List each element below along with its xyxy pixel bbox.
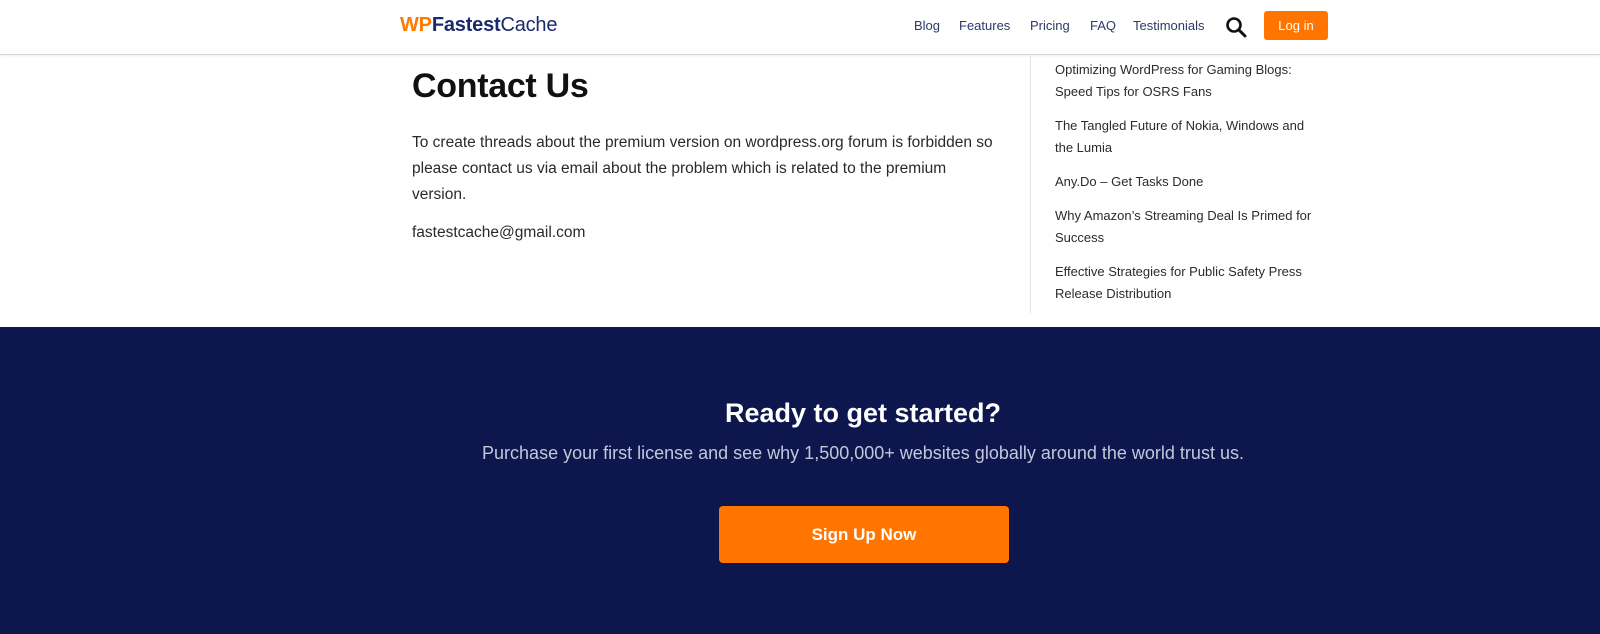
nav-features[interactable]: Features [959,18,1010,34]
recent-posts-sidebar: Optimizing WordPress for Gaming Blogs: S… [1055,59,1325,317]
sidebar-post-link[interactable]: Why Amazon’s Streaming Deal Is Primed fo… [1055,205,1325,249]
contact-description: To create threads about the premium vers… [412,134,993,203]
logo[interactable]: WPFastestCache [400,13,557,37]
contact-content: Contact Us To create threads about the p… [412,62,1002,246]
sidebar-post-link[interactable]: Any.Do – Get Tasks Done [1055,171,1325,193]
nav-blog[interactable]: Blog [914,18,940,34]
logo-wp: WP [400,14,432,36]
site-header: WPFastestCache Blog Features Pricing FAQ… [0,0,1600,55]
logo-cache: Cache [500,14,558,36]
nav-testimonials[interactable]: Testimonials [1133,18,1205,34]
sidebar-post-link[interactable]: Effective Strategies for Public Safety P… [1055,261,1325,305]
logo-fastest: Fastest [431,14,501,36]
cta-section: Ready to get started? Purchase your firs… [0,327,1600,634]
sidebar-divider [1030,56,1031,313]
sidebar-post-link[interactable]: Optimizing WordPress for Gaming Blogs: S… [1055,59,1325,103]
nav-pricing[interactable]: Pricing [1030,18,1070,34]
contact-email[interactable]: fastestcache@gmail.com [412,220,1002,246]
sidebar-post-link[interactable]: The Tangled Future of Nokia, Windows and… [1055,115,1325,159]
cta-title: Ready to get started? [724,398,1002,428]
nav-faq[interactable]: FAQ [1090,18,1116,34]
sign-up-button[interactable]: Sign Up Now [719,506,1009,563]
page-title: Contact Us [412,67,589,105]
cta-subtitle: Purchase your first license and see why … [482,443,1244,463]
search-icon[interactable] [1224,15,1248,39]
login-button[interactable]: Log in [1264,11,1328,40]
